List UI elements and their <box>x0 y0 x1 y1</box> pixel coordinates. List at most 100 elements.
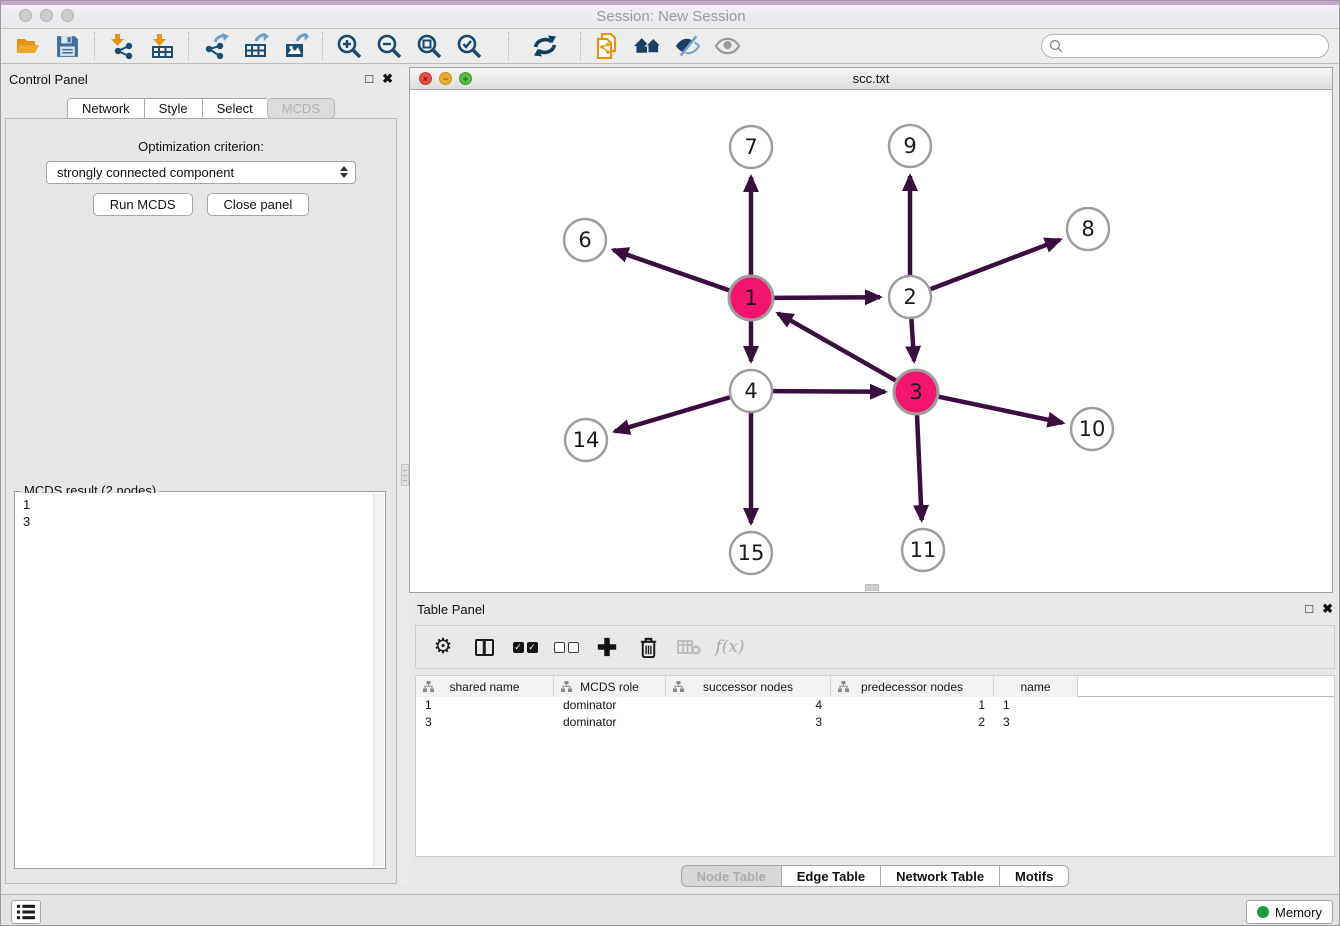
table-cell[interactable]: dominator <box>554 714 666 731</box>
table-cell[interactable]: dominator <box>554 697 666 714</box>
tab-node-table[interactable]: Node Table <box>681 865 781 887</box>
search-input[interactable] <box>1041 34 1329 58</box>
clone-network-icon[interactable] <box>594 33 621 60</box>
table-panel: Table Panel □ ✖ ⚙ ✓✓ f(x) <box>409 597 1340 889</box>
list-icon <box>15 903 37 921</box>
graph-edge-1-2[interactable] <box>774 297 880 298</box>
node-label: 10 <box>1079 417 1106 441</box>
accent-strip <box>1 1 1340 5</box>
table-cell[interactable]: 2 <box>831 714 994 731</box>
table-cell[interactable]: 3 <box>994 714 1078 731</box>
tab-edge-table[interactable]: Edge Table <box>781 865 880 887</box>
graph-edge-4-3[interactable] <box>773 391 885 392</box>
graph-node-1[interactable]: 1 <box>729 276 773 320</box>
export-image-icon[interactable] <box>282 33 309 60</box>
column-label: MCDS role <box>580 680 639 694</box>
column-header-name[interactable]: name <box>994 676 1078 697</box>
mcds-result-box: MCDS result (2 nodes) 1 3 <box>14 491 386 869</box>
close-table-panel-icon[interactable]: ✖ <box>1322 601 1333 617</box>
add-row-icon[interactable] <box>594 634 620 660</box>
zoom-in-icon[interactable] <box>336 33 363 60</box>
network-resize-grip[interactable] <box>865 584 879 591</box>
table-row[interactable]: 1dominator411 <box>416 697 1334 714</box>
tab-style[interactable]: Style <box>144 98 202 119</box>
close-panel-button[interactable]: Close panel <box>207 193 310 216</box>
graph-node-14[interactable]: 14 <box>565 419 607 461</box>
table-cell[interactable]: 3 <box>416 714 554 731</box>
search-field-wrap <box>1041 34 1329 58</box>
graph-edge-3-11[interactable] <box>917 415 922 520</box>
column-header-shared-name[interactable]: shared name <box>416 676 554 697</box>
graph-node-2[interactable]: 2 <box>889 276 931 318</box>
mcds-result-text[interactable]: 1 3 <box>16 493 373 867</box>
run-mcds-button[interactable]: Run MCDS <box>93 193 193 216</box>
memory-button[interactable]: Memory <box>1246 900 1333 924</box>
zoom-out-icon[interactable] <box>376 33 403 60</box>
tab-network[interactable]: Network <box>67 98 144 119</box>
graph-node-4[interactable]: 4 <box>730 370 772 412</box>
float-table-panel-icon[interactable]: □ <box>1305 601 1313 617</box>
show-columns-icon[interactable] <box>471 634 497 660</box>
graph-node-10[interactable]: 10 <box>1071 408 1113 450</box>
optimization-criterion-select[interactable]: strongly connected component <box>46 161 356 184</box>
graph-edge-1-6[interactable] <box>613 250 729 291</box>
hide-selected-eye-icon[interactable] <box>674 33 701 60</box>
result-scrollbar[interactable] <box>373 493 384 867</box>
delete-row-icon[interactable] <box>635 634 661 660</box>
save-session-icon[interactable] <box>54 33 81 60</box>
graph-node-7[interactable]: 7 <box>730 126 772 168</box>
tab-select[interactable]: Select <box>202 98 267 119</box>
sort-hierarchy-icon <box>838 681 849 695</box>
table-cell[interactable]: 3 <box>666 714 831 731</box>
export-table-icon[interactable] <box>242 33 269 60</box>
table-cell[interactable]: 1 <box>994 697 1078 714</box>
table-cell[interactable]: 1 <box>416 697 554 714</box>
column-header-predecessor-nodes[interactable]: predecessor nodes <box>831 676 994 697</box>
network-canvas[interactable]: 7 9 6 8 1 2 4 3 14 10 15 11 <box>410 90 1332 592</box>
sort-hierarchy-icon <box>673 681 684 695</box>
optimization-criterion-label: Optimization criterion: <box>6 139 396 154</box>
zoom-selected-icon[interactable] <box>456 33 483 60</box>
tab-network-table[interactable]: Network Table <box>880 865 999 887</box>
graph-edge-2-3[interactable] <box>911 319 914 361</box>
export-network-icon[interactable] <box>202 33 229 60</box>
graph-edge-4-14[interactable] <box>615 397 730 431</box>
import-network-icon[interactable] <box>108 33 135 60</box>
graph-edge-2-8[interactable] <box>931 240 1060 289</box>
select-all-checkboxes-icon[interactable]: ✓✓ <box>512 634 538 660</box>
apply-layout-icon[interactable] <box>531 33 558 60</box>
deselect-all-checkboxes-icon[interactable] <box>553 634 579 660</box>
home-view-icon[interactable] <box>634 33 661 60</box>
graph-node-6[interactable]: 6 <box>564 219 606 261</box>
open-session-icon[interactable] <box>14 33 41 60</box>
column-header-successor-nodes[interactable]: successor nodes <box>666 676 831 697</box>
search-icon <box>1049 39 1063 58</box>
graph-node-3[interactable]: 3 <box>894 370 938 414</box>
graph-edge-3-10[interactable] <box>939 397 1063 423</box>
graph-node-9[interactable]: 9 <box>889 125 931 167</box>
show-all-eye-icon[interactable] <box>714 33 741 60</box>
close-panel-icon[interactable]: ✖ <box>382 71 393 87</box>
graph-node-8[interactable]: 8 <box>1067 208 1109 250</box>
graph-edge-3-1[interactable] <box>778 313 896 380</box>
column-label: predecessor nodes <box>861 680 963 694</box>
column-header-MCDS-role[interactable]: MCDS role <box>554 676 666 697</box>
table-row[interactable]: 3dominator323 <box>416 714 1334 731</box>
tab-mcds[interactable]: MCDS <box>267 98 335 119</box>
graph-node-15[interactable]: 15 <box>730 532 772 574</box>
zoom-fit-icon[interactable] <box>416 33 443 60</box>
network-window-titlebar[interactable]: × − + scc.txt <box>410 68 1332 90</box>
graph-node-11[interactable]: 11 <box>902 529 944 571</box>
divider-grip-icon[interactable] <box>401 464 409 486</box>
task-history-button[interactable] <box>11 900 41 924</box>
network-graph[interactable]: 7 9 6 8 1 2 4 3 14 10 15 11 <box>410 90 1332 592</box>
table-settings-icon[interactable]: ⚙ <box>430 634 456 660</box>
control-panel-tabs: NetworkStyleSelectMCDS <box>1 98 401 119</box>
tab-motifs[interactable]: Motifs <box>999 865 1069 887</box>
float-panel-icon[interactable]: □ <box>365 71 373 87</box>
split-pane-divider[interactable] <box>401 67 409 885</box>
table-cell[interactable]: 1 <box>831 697 994 714</box>
node-table[interactable]: shared name MCDS role successor nodes prede… <box>415 675 1335 857</box>
table-cell[interactable]: 4 <box>666 697 831 714</box>
import-table-icon[interactable] <box>148 33 175 60</box>
